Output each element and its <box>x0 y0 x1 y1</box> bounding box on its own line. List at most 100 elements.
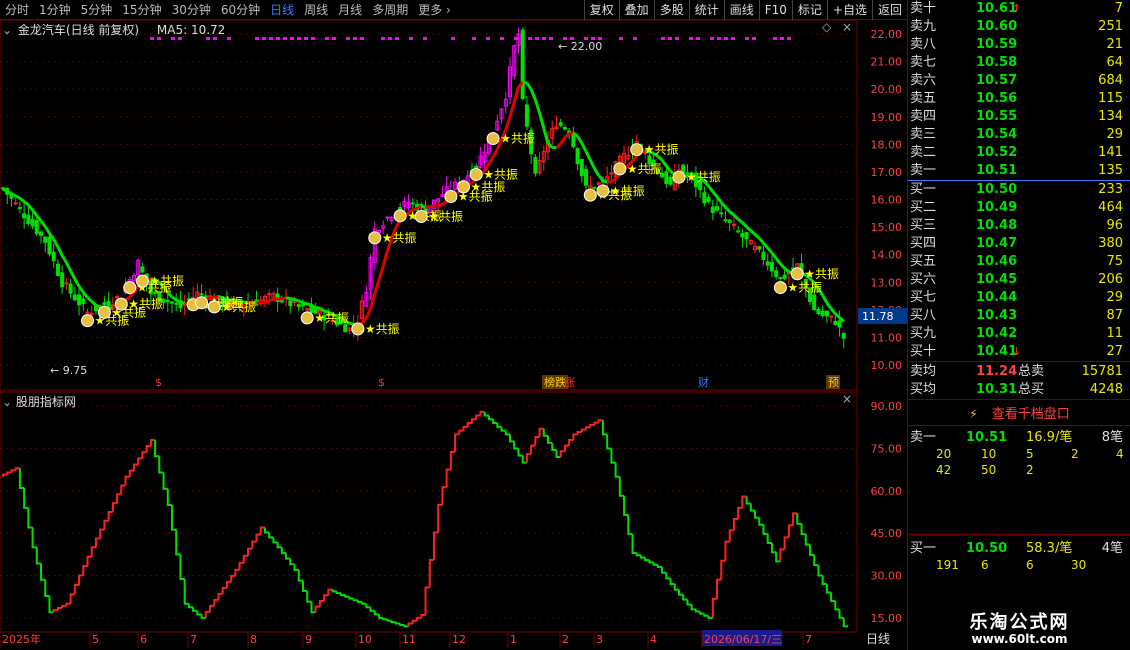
period-tab[interactable]: 更多 › <box>413 0 456 20</box>
signal-dot <box>745 37 749 40</box>
indicator-step <box>162 472 168 490</box>
ma-line-segment <box>23 200 30 206</box>
period-tab[interactable]: 60分钟 <box>216 0 265 20</box>
signal-dot <box>381 37 385 40</box>
money-bag-icon <box>135 274 149 288</box>
period-tab[interactable]: 多周期 <box>367 0 413 20</box>
ask-row[interactable]: 卖七 10.58 64 <box>908 54 1130 72</box>
bid-row[interactable]: 买八 10.43 87 <box>908 307 1130 325</box>
queue-order: 20 <box>936 447 952 461</box>
event-mark: 涨 <box>564 376 575 389</box>
candle-body <box>765 261 770 266</box>
close-icon[interactable]: × <box>842 20 852 34</box>
toolbar-button[interactable]: 画线 <box>723 0 759 20</box>
indicator-step <box>648 560 654 564</box>
bid-row[interactable]: 买四 10.47 380 <box>908 235 1130 253</box>
money-bag-icon <box>444 190 458 204</box>
ma-line-segment <box>65 261 72 272</box>
ask-row[interactable]: 卖十 10.61 ↑ 7 <box>908 0 1130 18</box>
ask-row[interactable]: 卖九 10.60 251 <box>908 18 1130 36</box>
bid-row[interactable]: 买七 10.44 29 <box>908 289 1130 307</box>
bid-row[interactable]: 买二 10.49 464 <box>908 199 1130 217</box>
indicator-step <box>103 519 109 530</box>
bid-row[interactable]: 买十 10.41 ↓ 27 <box>908 343 1130 361</box>
ma-line-segment <box>39 220 47 228</box>
indicator-step <box>779 548 785 562</box>
queue-order: 6 <box>1026 558 1034 572</box>
candle-body <box>668 176 673 185</box>
period-tab[interactable]: 分时 <box>0 0 34 20</box>
toolbar-button[interactable]: 标记 <box>791 0 827 20</box>
bid-row[interactable]: 买九 10.42 11 <box>908 325 1130 343</box>
indicator-step <box>99 528 105 539</box>
indicator-step <box>745 496 751 505</box>
bid-row[interactable]: 买六 10.45 206 <box>908 271 1130 289</box>
money-bag-icon <box>596 184 610 198</box>
chevron-down-icon[interactable]: ⌄ <box>2 23 12 37</box>
ma-line-segment <box>290 297 295 301</box>
ma-line-segment <box>31 209 38 217</box>
indicator-step <box>703 613 709 617</box>
signal-dot <box>451 37 455 40</box>
bid-row[interactable]: 买五 10.46 75 <box>908 253 1130 271</box>
ma-line-segment <box>602 179 608 184</box>
indicator-step <box>107 511 113 521</box>
period-tab[interactable]: 1分钟 <box>34 0 76 20</box>
bid-price: 10.48 <box>976 218 1018 233</box>
ask-price: 10.58 <box>976 55 1018 70</box>
ask-row[interactable]: 卖一 10.51 135 <box>908 162 1130 180</box>
ma-line-segment <box>821 294 829 304</box>
bid-volume: 27 <box>1106 344 1123 359</box>
toolbar-button[interactable]: 叠加 <box>618 0 654 20</box>
chart-area[interactable]: 10.0011.0012.0013.0014.0015.0016.0017.00… <box>0 20 907 650</box>
signal-dot <box>311 37 315 40</box>
indicator-step <box>331 589 337 593</box>
ask-row[interactable]: 卖三 10.54 29 <box>908 126 1130 144</box>
indicator-step <box>386 619 392 622</box>
x-axis-label: 7 <box>190 633 197 646</box>
candle-body <box>579 158 584 177</box>
bid-row[interactable]: 买一 10.50 233 <box>908 181 1130 199</box>
period-tab[interactable]: 日线 <box>265 0 299 20</box>
toolbar-button[interactable]: +自选 <box>826 0 872 20</box>
x-axis-label: 5 <box>92 633 99 646</box>
toolbar-button[interactable]: 多股 <box>653 0 689 20</box>
bid-row[interactable]: 买三 10.48 96 <box>908 217 1130 235</box>
signal-dot <box>283 37 287 40</box>
ask-row[interactable]: 卖五 10.56 115 <box>908 90 1130 108</box>
period-tab[interactable]: 周线 <box>299 0 333 20</box>
ma-line-segment <box>18 197 26 203</box>
chart-title-row: ⌄ 金龙汽车(日线 前复权) MA5: 10.72 <box>2 21 225 38</box>
y-tick-label: 11.00 <box>871 332 903 345</box>
indicator-step <box>572 433 578 440</box>
ask-row[interactable]: 卖四 10.55 134 <box>908 108 1130 126</box>
period-tab[interactable]: 15分钟 <box>117 0 166 20</box>
queue-per-order: 58.3/笔 <box>1026 541 1073 556</box>
diamond-icon[interactable]: ◇ <box>822 20 831 34</box>
indicator-step <box>35 547 42 565</box>
toolbar-button[interactable]: 返回 <box>871 0 907 20</box>
indicator-step <box>458 429 464 435</box>
period-tab[interactable]: 30分钟 <box>167 0 216 20</box>
toolbar-button[interactable]: F10 <box>758 0 792 20</box>
indicator-step <box>682 594 688 601</box>
close-icon[interactable]: × <box>842 392 852 406</box>
ask-row[interactable]: 卖二 10.52 141 <box>908 144 1130 162</box>
signal-dot <box>346 37 350 40</box>
period-tab[interactable]: 月线 <box>333 0 367 20</box>
toolbar-button[interactable]: 复权 <box>583 0 619 20</box>
candle-body <box>170 301 174 304</box>
candle-body <box>816 309 821 314</box>
depth-button[interactable]: ⚡ 查看千档盘口 <box>908 403 1130 423</box>
ma-line-segment <box>60 254 68 264</box>
ask-row[interactable]: 卖六 10.57 684 <box>908 72 1130 90</box>
indicator-step <box>272 537 278 544</box>
indicator-step <box>589 423 595 428</box>
chevron-down-icon[interactable]: ⌄ <box>2 395 12 409</box>
toolbar-button[interactable]: 统计 <box>688 0 724 20</box>
candle-body <box>47 236 52 255</box>
indicator-step <box>509 434 515 443</box>
queue-count: 8笔 <box>1101 430 1123 445</box>
period-tab[interactable]: 5分钟 <box>76 0 118 20</box>
ask-row[interactable]: 卖八 10.59 21 <box>908 36 1130 54</box>
